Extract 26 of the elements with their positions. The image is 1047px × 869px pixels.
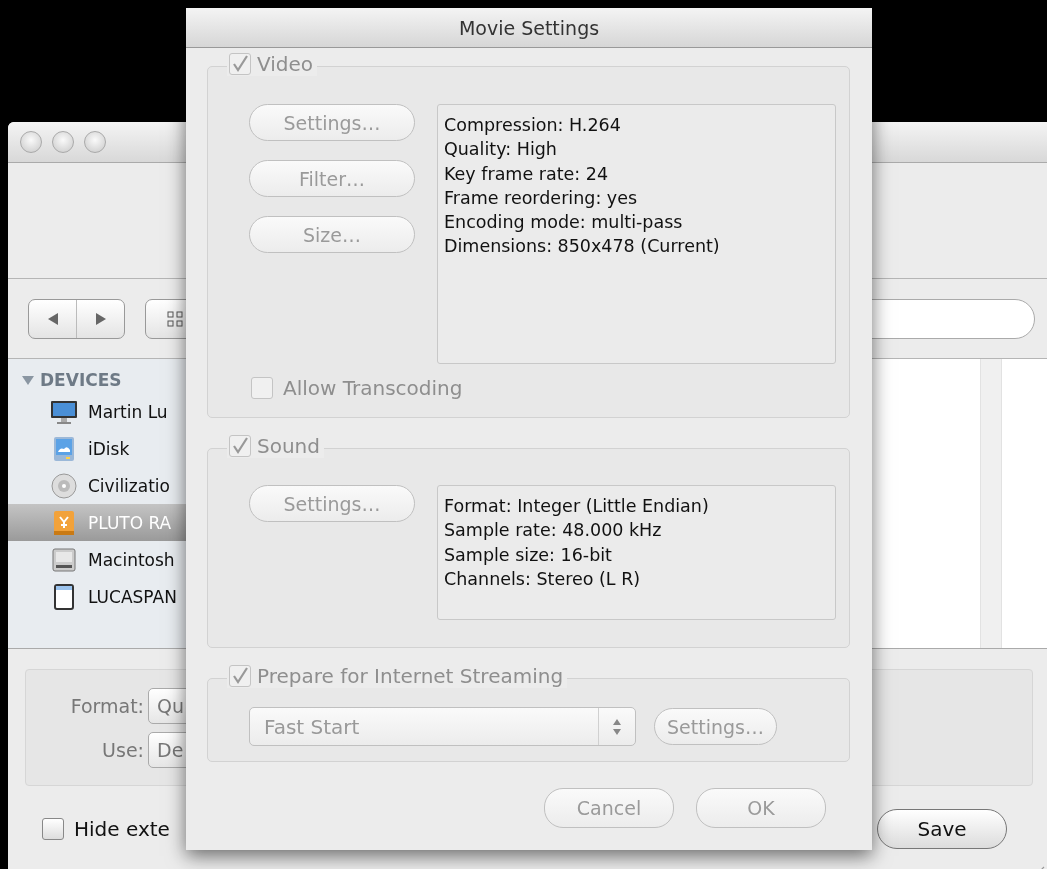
summary-line: Sample rate: 48.000 kHz <box>444 519 662 543</box>
forward-icon <box>93 311 108 326</box>
use-label: Use: <box>101 738 144 761</box>
window-button[interactable] <box>52 131 74 153</box>
summary-line: Quality: High <box>444 138 557 162</box>
disc-icon <box>50 471 78 500</box>
group-label: Video <box>257 52 314 76</box>
summary-line: Sample size: 16-bit <box>444 543 612 567</box>
summary-line: Channels: Stereo (L R) <box>444 567 641 591</box>
window-button[interactable] <box>84 131 106 153</box>
option-label: Allow Transcoding <box>283 376 463 400</box>
summary-line: Encoding mode: multi-pass <box>444 211 683 235</box>
window-button[interactable] <box>20 131 42 153</box>
summary-line: Format: Integer (Little Endian) <box>444 495 709 518</box>
format-label: Format: <box>69 694 144 717</box>
summary-line: Key frame rate: 24 <box>444 162 609 186</box>
group-label: Prepare for Internet Streaming <box>257 664 564 688</box>
save-button[interactable]: Save <box>877 809 1007 849</box>
group-label: Sound <box>257 434 320 458</box>
grid-icon <box>167 310 183 327</box>
summary-line: Frame reordering: yes <box>444 186 638 210</box>
hide-extension-label: Hide exte <box>74 817 170 841</box>
summary-line: Dimensions: 850x478 (Current) <box>444 235 720 259</box>
sheet-title: Movie Settings <box>458 16 600 39</box>
summary-line: Compression: H.264 <box>444 114 621 137</box>
hide-extension-checkbox[interactable] <box>42 818 64 840</box>
